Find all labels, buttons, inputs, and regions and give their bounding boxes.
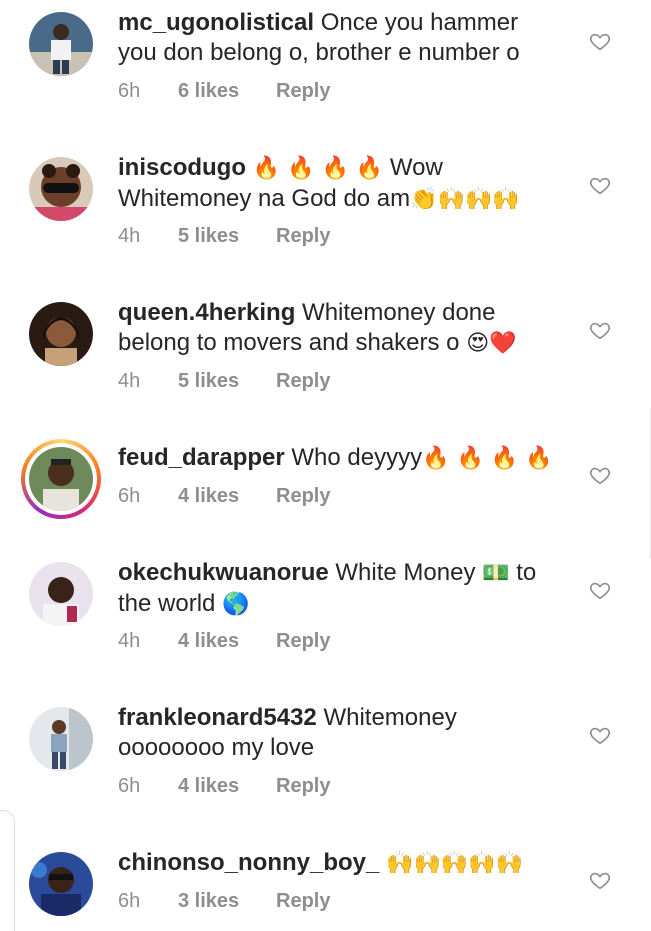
username[interactable]: chinonso_nonny_boy_ (118, 849, 379, 876)
comment-meta: 4h 4 likes Reply (118, 630, 330, 653)
heart-icon[interactable] (589, 579, 611, 601)
comment-meta: 6h 3 likes Reply (118, 890, 330, 913)
timestamp: 6h (118, 775, 141, 797)
comment-text: frankleonard5432 Whitemoney oooooooo my … (118, 703, 558, 763)
comment-body-line2: Whitemoney na God do am (118, 185, 411, 212)
comment-text: queen.4herking Whitemoney done belong to… (118, 298, 558, 359)
heart-icon[interactable] (589, 724, 611, 746)
timestamp: 4h (118, 630, 141, 652)
money-emoji: 💵 (482, 561, 510, 586)
comment-body-line2: oooooooo my love (118, 734, 315, 761)
likes-count[interactable]: 4 likes (178, 775, 276, 798)
timestamp: 6h (118, 485, 141, 507)
likes-count[interactable]: 4 likes (178, 630, 276, 653)
reply-button[interactable]: Reply (276, 225, 330, 248)
avatar[interactable] (29, 302, 93, 366)
reply-button[interactable]: Reply (276, 80, 330, 103)
comment-body-line2: the world (118, 590, 216, 617)
likes-count[interactable]: 3 likes (178, 890, 276, 913)
timestamp: 6h (118, 80, 141, 102)
fire-emoji: 🔥 🔥 🔥 🔥 (252, 156, 384, 181)
reply-button[interactable]: Reply (276, 630, 330, 653)
reply-button[interactable]: Reply (276, 485, 330, 508)
clap-emoji: 👏🙌🙌🙌 (410, 187, 520, 212)
comment-meta: 6h 4 likes Reply (118, 775, 330, 798)
heart-icon[interactable] (589, 30, 611, 52)
likes-count[interactable]: 6 likes (178, 80, 276, 103)
comment-meta: 6h 4 likes Reply (118, 485, 330, 508)
heart-icon[interactable] (589, 174, 611, 196)
globe-emoji: 🌎 (222, 592, 250, 617)
comment-body: White Money (335, 559, 476, 586)
username[interactable]: iniscodugo (118, 154, 246, 181)
username[interactable]: queen.4herking (118, 299, 295, 326)
comment-meta: 4h 5 likes Reply (118, 370, 330, 393)
avatar[interactable] (29, 707, 93, 771)
fire-emoji: 🔥 🔥 🔥 🔥 (422, 446, 553, 471)
username[interactable]: frankleonard5432 (118, 704, 317, 731)
likes-count[interactable]: 5 likes (178, 370, 276, 393)
comment-meta: 6h 6 likes Reply (118, 80, 330, 103)
comment-body-line2: belong to movers and shakers o (118, 329, 460, 356)
comment-text: iniscodugo 🔥 🔥 🔥 🔥 Wow Whitemoney na God… (118, 153, 558, 215)
username[interactable]: okechukwuanorue (118, 559, 329, 586)
comment-body: Who deyyyy (291, 444, 423, 471)
comment-text: chinonso_nonny_boy_ 🙌🙌🙌🙌🙌 (118, 848, 558, 879)
avatar[interactable] (29, 562, 93, 626)
panel-edge (0, 810, 15, 931)
heart-icon[interactable] (589, 869, 611, 891)
avatar[interactable] (29, 157, 93, 221)
heart-icon[interactable] (589, 464, 611, 486)
avatar[interactable] (29, 12, 93, 76)
timestamp: 4h (118, 225, 141, 247)
comment-body-cont: to (516, 559, 537, 586)
comment-text: feud_darapper Who deyyyy🔥 🔥 🔥 🔥 (118, 443, 558, 474)
comment-body: Whitemoney (323, 704, 457, 731)
username[interactable]: mc_ugonolistical (118, 9, 314, 36)
username[interactable]: feud_darapper (118, 444, 285, 471)
timestamp: 4h (118, 370, 141, 392)
comment-text: okechukwuanorue White Money 💵 to the wor… (118, 558, 558, 620)
likes-count[interactable]: 4 likes (178, 485, 276, 508)
avatar[interactable] (29, 852, 93, 916)
comment-text: mc_ugonolistical Once you hammer you don… (118, 8, 558, 68)
comment-body: Once you hammer (320, 9, 519, 36)
comment-body-line2: you don belong o, brother e number o (118, 39, 520, 66)
avatar-story-ring[interactable] (21, 439, 101, 519)
reply-button[interactable]: Reply (276, 370, 330, 393)
reply-button[interactable]: Reply (276, 890, 330, 913)
comment-body: Wow (389, 154, 443, 181)
comment-body: Whitemoney done (302, 299, 496, 326)
comment-meta: 4h 5 likes Reply (118, 225, 330, 248)
timestamp: 6h (118, 890, 141, 912)
heart-eyes-emoji: 😍❤️ (466, 331, 517, 356)
raised-hands-emoji: 🙌🙌🙌🙌🙌 (386, 851, 524, 876)
likes-count[interactable]: 5 likes (178, 225, 276, 248)
reply-button[interactable]: Reply (276, 775, 330, 798)
heart-icon[interactable] (589, 319, 611, 341)
